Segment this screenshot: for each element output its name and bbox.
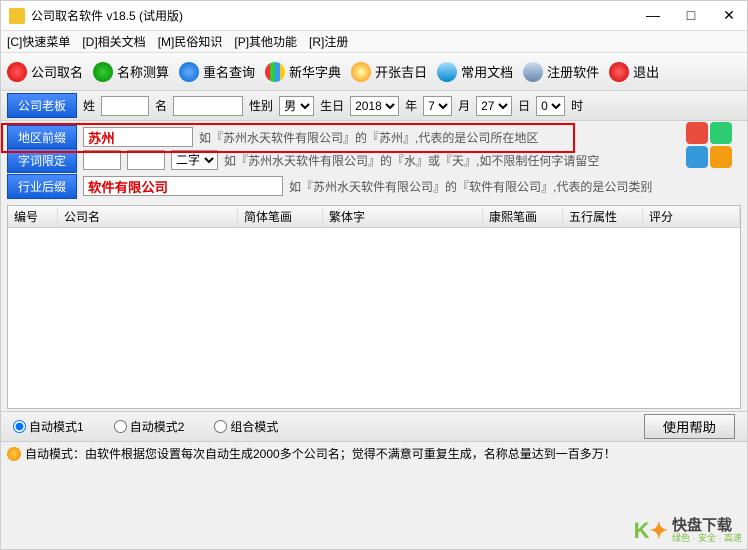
region-tab[interactable]: 地区前缀 [7, 125, 77, 150]
col-simplified[interactable]: 简体笔画 [238, 208, 323, 225]
minimize-button[interactable]: — [643, 7, 663, 24]
col-wuxing[interactable]: 五行属性 [563, 208, 643, 225]
given-label: 名 [155, 97, 167, 114]
wordlimit-hint: 如『苏州水天软件有限公司』的『水』或『天』,如不限制任何字请留空 [224, 152, 599, 169]
sun-icon [351, 62, 371, 82]
industry-input[interactable] [83, 176, 283, 196]
arrow-icon [93, 62, 113, 82]
tb-dictionary[interactable]: 新华字典 [265, 62, 341, 82]
doc-icon [437, 62, 457, 82]
menu-quick[interactable]: [C]快速菜单 [7, 33, 70, 50]
tb-open-date[interactable]: 开张吉日 [351, 62, 427, 82]
tb-exit[interactable]: 退出 [609, 62, 659, 82]
x-icon [609, 62, 629, 82]
menu-other[interactable]: [P]其他功能 [234, 33, 297, 50]
toolbar: 公司取名 名称测算 重名查询 新华字典 开张吉日 常用文档 注册软件 退出 [1, 53, 747, 91]
col-company[interactable]: 公司名 [58, 208, 238, 225]
boss-form-row: 公司老板 姓 名 性别 男 生日 2018 年 7 月 27 日 0 时 [1, 91, 747, 121]
app-icon [9, 8, 25, 24]
industry-tab[interactable]: 行业后缀 [7, 174, 77, 199]
gender-select[interactable]: 男 [279, 96, 314, 116]
mode-row: 自动模式1 自动模式2 组合模式 使用帮助 [1, 411, 747, 441]
wordlimit-input-1[interactable] [83, 150, 121, 170]
wordlimit-input-2[interactable] [127, 150, 165, 170]
region-input[interactable] [83, 127, 193, 147]
boss-tab[interactable]: 公司老板 [7, 93, 77, 118]
tb-company-name[interactable]: 公司取名 [7, 62, 83, 82]
tb-common-docs[interactable]: 常用文档 [437, 62, 513, 82]
region-hint: 如『苏州水天软件有限公司』的『苏州』,代表的是公司所在地区 [199, 129, 538, 146]
menu-docs[interactable]: [D]相关文档 [82, 33, 145, 50]
menu-folk[interactable]: [M]民俗知识 [158, 33, 223, 50]
day-select[interactable]: 27 [476, 96, 512, 116]
config-area: 地区前缀 如『苏州水天软件有限公司』的『苏州』,代表的是公司所在地区 字词限定 … [1, 121, 747, 203]
col-traditional[interactable]: 繁体字 [323, 208, 483, 225]
office-badge [680, 122, 740, 172]
results-table[interactable]: 编号 公司名 简体笔画 繁体字 康熙笔画 五行属性 评分 [7, 205, 741, 409]
menu-register[interactable]: [R]注册 [309, 33, 348, 50]
tb-register[interactable]: 注册软件 [523, 62, 599, 82]
close-button[interactable]: ✕ [719, 7, 739, 24]
industry-hint: 如『苏州水天软件有限公司』的『软件有限公司』,代表的是公司类别 [289, 178, 652, 195]
mode-auto1[interactable]: 自动模式1 [13, 418, 84, 435]
titlebar: 公司取名软件 v18.5 (试用版) — □ ✕ [1, 1, 747, 31]
heart-icon [7, 62, 27, 82]
month-select[interactable]: 7 [423, 96, 452, 116]
tb-name-calc[interactable]: 名称测算 [93, 62, 169, 82]
year-select[interactable]: 2018 [350, 96, 399, 116]
hour-select[interactable]: 0 [536, 96, 565, 116]
help-button[interactable]: 使用帮助 [644, 414, 735, 439]
tb-dup-query[interactable]: 重名查询 [179, 62, 255, 82]
status-text: 自动模式：由软件根据您设置每次自动生成2000多个公司名；觉得不满意可重复生成，… [25, 445, 616, 462]
table-header: 编号 公司名 简体笔画 繁体字 康熙笔画 五行属性 评分 [8, 206, 740, 228]
menubar: [C]快速菜单 [D]相关文档 [M]民俗知识 [P]其他功能 [R]注册 [1, 31, 747, 53]
gender-label: 性别 [249, 97, 273, 114]
col-id[interactable]: 编号 [8, 208, 58, 225]
watermark: K✦ 快盘下载 绿色 · 安全 · 高速 [634, 518, 742, 544]
statusbar: 自动模式：由软件根据您设置每次自动生成2000多个公司名；觉得不满意可重复生成，… [1, 441, 747, 465]
monitor-icon [523, 62, 543, 82]
bulb-icon [7, 447, 21, 461]
flag-icon [265, 62, 285, 82]
mode-combo[interactable]: 组合模式 [214, 418, 278, 435]
mode-auto2[interactable]: 自动模式2 [114, 418, 185, 435]
surname-label: 姓 [83, 97, 95, 114]
col-kangxi[interactable]: 康熙笔画 [483, 208, 563, 225]
wordlimit-tab[interactable]: 字词限定 [7, 148, 77, 173]
surname-input[interactable] [101, 96, 149, 116]
window-title: 公司取名软件 v18.5 (试用版) [31, 7, 643, 24]
birth-label: 生日 [320, 97, 344, 114]
given-input[interactable] [173, 96, 243, 116]
question-icon [179, 62, 199, 82]
col-score[interactable]: 评分 [643, 208, 740, 225]
wordlimit-select[interactable]: 二字 [171, 150, 218, 170]
maximize-button[interactable]: □ [681, 7, 701, 24]
